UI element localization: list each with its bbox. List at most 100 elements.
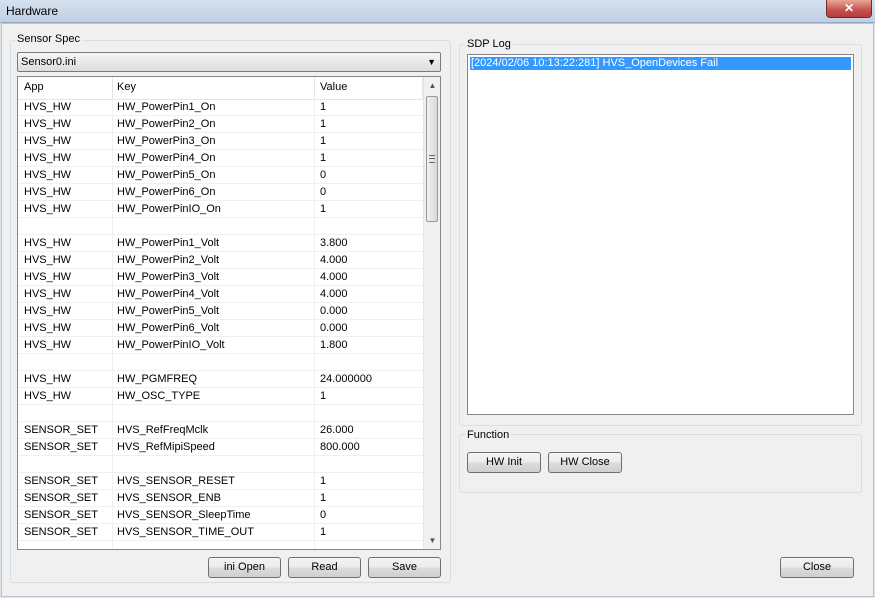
cell-app: SENSOR_SET	[24, 509, 98, 521]
sensor-file-dropdown[interactable]: Sensor0.ini ▼	[17, 52, 441, 72]
cell-value: 26.000	[320, 424, 354, 436]
cell-key: HVS_RefFreqMclk	[117, 424, 209, 436]
vertical-scrollbar[interactable]: ▲ ▼	[423, 77, 440, 549]
table-row[interactable]	[18, 456, 423, 473]
cell-app: SENSOR_SET	[24, 441, 98, 453]
cell-value: 1.800	[320, 339, 348, 351]
cell-key: HW_PowerPin2_On	[117, 118, 216, 130]
scroll-up-icon[interactable]: ▲	[424, 77, 440, 94]
cell-value: 1	[320, 390, 327, 402]
cell-key: HW_PowerPinIO_On	[117, 203, 221, 215]
cell-app: HVS_HW	[24, 373, 72, 385]
table-row[interactable]: HVS_HW HW_OSC_TYPE 1	[18, 388, 423, 405]
table-row[interactable]: HVS_HW HW_PowerPin6_On 0	[18, 184, 423, 201]
cell-value: 1	[320, 118, 327, 130]
cell-key: HW_PowerPin2_Volt	[117, 254, 220, 266]
column-divider[interactable]	[314, 77, 315, 99]
table-row[interactable]: SENSOR_SET HVS_SENSOR_TIME_OUT 1	[18, 524, 423, 541]
table-row[interactable]	[18, 354, 423, 371]
table-row[interactable]: HVS_HW HW_PowerPin4_Volt 4.000	[18, 286, 423, 303]
scroll-down-icon[interactable]: ▼	[424, 532, 440, 549]
table-row[interactable]: HVS_HW HW_PowerPin1_On 1	[18, 99, 423, 116]
table-body: HVS_HW HW_PowerPin1_On 1 HVS_HW HW_PowerPin2…	[18, 99, 423, 541]
table-row[interactable]: SENSOR_SET HVS_RefFreqMclk 26.000	[18, 422, 423, 439]
cell-value: 4.000	[320, 271, 348, 283]
chevron-down-icon: ▼	[427, 57, 436, 67]
table-row[interactable]: HVS_HW HW_PowerPin5_Volt 0.000	[18, 303, 423, 320]
cell-key: HW_PowerPin6_On	[117, 186, 216, 198]
cell-app: HVS_HW	[24, 390, 72, 402]
window-title: Hardware	[6, 4, 59, 18]
table-row[interactable]: HVS_HW HW_PGMFREQ 24.000000	[18, 371, 423, 388]
cell-app: HVS_HW	[24, 203, 72, 215]
cell-app: HVS_HW	[24, 186, 72, 198]
cell-key: HW_PowerPin6_Volt	[117, 322, 220, 334]
cell-value: 0	[320, 169, 327, 181]
table-row[interactable]: HVS_HW HW_PowerPin6_Volt 0.000	[18, 320, 423, 337]
table-row[interactable]	[18, 218, 423, 235]
sensor-spec-label: Sensor Spec	[15, 33, 82, 45]
cell-app: HVS_HW	[24, 237, 72, 249]
cell-app: SENSOR_SET	[24, 526, 98, 538]
cell-app: HVS_HW	[24, 152, 72, 164]
sdp-log-label: SDP Log	[465, 38, 513, 50]
column-header-value[interactable]: Value	[320, 81, 347, 93]
cell-value: 3.800	[320, 237, 348, 249]
column-header-app[interactable]: App	[24, 81, 44, 93]
table-row[interactable]: HVS_HW HW_PowerPin4_On 1	[18, 150, 423, 167]
hardware-window: Hardware ✕ Sensor Spec Sensor0.ini ▼ App…	[0, 0, 875, 598]
cell-value: 800.000	[320, 441, 360, 453]
save-button[interactable]: Save	[368, 557, 441, 578]
cell-value: 4.000	[320, 288, 348, 300]
close-button[interactable]: Close	[780, 557, 854, 578]
grip-icon	[429, 155, 435, 163]
table-row[interactable]: SENSOR_SET HVS_SENSOR_RESET 1	[18, 473, 423, 490]
cell-key: HW_PowerPin5_Volt	[117, 305, 220, 317]
table-row[interactable]: HVS_HW HW_PowerPin2_Volt 4.000	[18, 252, 423, 269]
cell-value: 0.000	[320, 322, 348, 334]
cell-key: HW_PowerPin1_On	[117, 101, 216, 113]
cell-key: HW_PowerPin1_Volt	[117, 237, 220, 249]
cell-app: HVS_HW	[24, 322, 72, 334]
read-button[interactable]: Read	[288, 557, 361, 578]
cell-app: HVS_HW	[24, 101, 72, 113]
table-row[interactable]: HVS_HW HW_PowerPin2_On 1	[18, 116, 423, 133]
table-row[interactable]: SENSOR_SET HVS_RefMipiSpeed 800.000	[18, 439, 423, 456]
hw-init-button[interactable]: HW Init	[467, 452, 541, 473]
cell-app: HVS_HW	[24, 271, 72, 283]
ini-open-button[interactable]: ini Open	[208, 557, 281, 578]
table-row[interactable]: HVS_HW HW_PowerPinIO_Volt 1.800	[18, 337, 423, 354]
cell-app: HVS_HW	[24, 254, 72, 266]
column-header-key[interactable]: Key	[117, 81, 136, 93]
table-row[interactable]	[18, 405, 423, 422]
table-row[interactable]: HVS_HW HW_PowerPinIO_On 1	[18, 201, 423, 218]
table-row[interactable]: SENSOR_SET HVS_SENSOR_ENB 1	[18, 490, 423, 507]
sensor-spec-table[interactable]: App Key Value HVS_HW HW_PowerPin1_On 1 HVS_…	[17, 76, 441, 550]
cell-value: 1	[320, 475, 327, 487]
scrollbar-thumb[interactable]	[426, 96, 438, 222]
table-row[interactable]: HVS_HW HW_PowerPin3_On 1	[18, 133, 423, 150]
log-entry[interactable]: [2024/02/06 10:13:22:281] HVS_OpenDevice…	[470, 57, 851, 70]
table-row[interactable]: HVS_HW HW_PowerPin1_Volt 3.800	[18, 235, 423, 252]
cell-value: 1	[320, 203, 327, 215]
cell-value: 4.000	[320, 254, 348, 266]
cell-value: 0	[320, 509, 327, 521]
cell-app: SENSOR_SET	[24, 475, 98, 487]
table-row[interactable]: HVS_HW HW_PowerPin3_Volt 4.000	[18, 269, 423, 286]
cell-key: HW_PGMFREQ	[117, 373, 198, 385]
table-row[interactable]: SENSOR_SET HVS_SENSOR_SleepTime 0	[18, 507, 423, 524]
cell-app: HVS_HW	[24, 288, 72, 300]
cell-app: SENSOR_SET	[24, 424, 98, 436]
table-header: App Key Value	[18, 77, 423, 100]
title-bar[interactable]: Hardware ✕	[0, 0, 875, 23]
cell-value: 1	[320, 101, 327, 113]
cell-value: 1	[320, 135, 327, 147]
hw-close-button[interactable]: HW Close	[548, 452, 622, 473]
table-row[interactable]: HVS_HW HW_PowerPin5_On 0	[18, 167, 423, 184]
column-divider[interactable]	[112, 77, 113, 99]
cell-key: HVS_SENSOR_TIME_OUT	[117, 526, 254, 538]
cell-key: HVS_RefMipiSpeed	[117, 441, 215, 453]
sdp-log-list[interactable]: [2024/02/06 10:13:22:281] HVS_OpenDevice…	[467, 54, 854, 415]
window-close-button[interactable]: ✕	[826, 0, 872, 18]
cell-key: HW_PowerPin3_Volt	[117, 271, 220, 283]
